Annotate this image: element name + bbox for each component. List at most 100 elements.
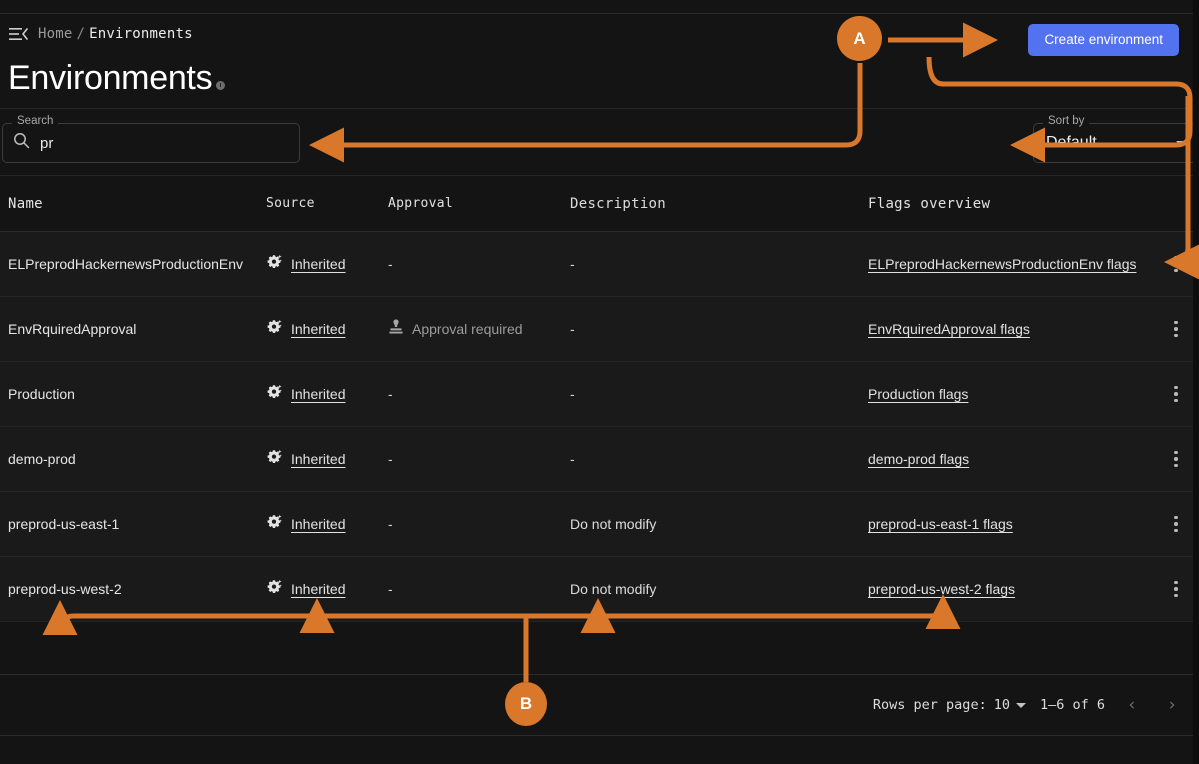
flags-link[interactable]: preprod-us-west-2 flags bbox=[868, 581, 1015, 597]
cell-flags-overview: Production flags bbox=[868, 386, 1153, 402]
search-icon bbox=[13, 132, 30, 154]
source-link[interactable]: Inherited bbox=[291, 321, 345, 337]
chevron-left-icon[interactable]: ‹ bbox=[1119, 692, 1145, 718]
cell-flags-overview: demo-prod flags bbox=[868, 451, 1153, 467]
cell-approval: - bbox=[388, 256, 570, 272]
pagination-range: 1–6 of 6 bbox=[1039, 697, 1105, 713]
filter-bar: Search Sort by Default bbox=[0, 108, 1199, 176]
source-link[interactable]: Inherited bbox=[291, 386, 345, 402]
breadcrumb-current: Environments bbox=[89, 26, 193, 42]
table-row[interactable]: preprod-us-west-2 Inherited - Do not modify… bbox=[0, 557, 1199, 622]
flags-link[interactable]: Production flags bbox=[868, 386, 968, 402]
table-row[interactable]: ELPreprodHackernewsProductionEnv Inherite… bbox=[0, 232, 1199, 297]
settings-suggest-icon bbox=[266, 513, 283, 535]
chevron-down-icon bbox=[1176, 140, 1186, 146]
info-circle-icon[interactable] bbox=[216, 80, 226, 90]
table-row[interactable]: Production Inherited - - Production flags bbox=[0, 362, 1199, 427]
table-row[interactable]: preprod-us-east-1 Inherited - Do not modify… bbox=[0, 492, 1199, 557]
cell-approval: - bbox=[388, 516, 570, 532]
cell-source: Inherited bbox=[266, 513, 388, 535]
column-header-approval: Approval bbox=[388, 196, 454, 211]
sort-by-select[interactable]: Sort by Default bbox=[1033, 115, 1197, 163]
flags-link[interactable]: preprod-us-east-1 flags bbox=[868, 516, 1013, 532]
cell-description: - bbox=[570, 321, 575, 337]
cell-source: Inherited bbox=[266, 253, 388, 275]
approval-value: Approval required bbox=[412, 321, 523, 337]
cell-source: Inherited bbox=[266, 383, 388, 405]
settings-suggest-icon bbox=[266, 448, 283, 470]
column-header-flags-overview: Flags overview bbox=[868, 195, 991, 212]
settings-suggest-icon bbox=[266, 578, 283, 600]
search-label: Search bbox=[12, 115, 59, 128]
settings-suggest-icon bbox=[266, 383, 283, 405]
sort-by-label: Sort by bbox=[1043, 115, 1090, 128]
settings-suggest-icon bbox=[266, 253, 283, 275]
more-vertical-icon[interactable] bbox=[1168, 250, 1184, 279]
breadcrumb: Home / Environments bbox=[0, 14, 1199, 54]
cell-name: Production bbox=[8, 386, 75, 402]
search-field[interactable]: Search bbox=[2, 115, 300, 163]
cell-flags-overview: EnvRquiredApproval flags bbox=[868, 321, 1153, 337]
sort-by-value: Default bbox=[1046, 134, 1097, 151]
cell-approval: - bbox=[388, 386, 570, 402]
more-vertical-icon[interactable] bbox=[1168, 445, 1184, 474]
cell-name: demo-prod bbox=[8, 451, 76, 467]
breadcrumb-home[interactable]: Home bbox=[38, 26, 73, 42]
environments-page: Home / Environments Environments Create en… bbox=[0, 0, 1199, 764]
page-title: Environments bbox=[8, 58, 213, 97]
settings-suggest-icon bbox=[266, 318, 283, 340]
approval-value: - bbox=[388, 581, 393, 597]
flags-link[interactable]: demo-prod flags bbox=[868, 451, 969, 467]
table-row[interactable]: demo-prod Inherited - - demo-prod flags bbox=[0, 427, 1199, 492]
table-footer: Rows per page: 10 1–6 of 6 ‹ › bbox=[0, 674, 1199, 736]
cell-name: ELPreprodHackernewsProductionEnv bbox=[8, 256, 244, 272]
more-vertical-icon[interactable] bbox=[1168, 510, 1184, 539]
source-link[interactable]: Inherited bbox=[291, 256, 345, 272]
create-environment-button[interactable]: Create environment bbox=[1028, 24, 1179, 56]
right-edge-strip bbox=[1193, 0, 1199, 764]
table-body: ELPreprodHackernewsProductionEnv Inherite… bbox=[0, 232, 1199, 622]
cell-name: EnvRquiredApproval bbox=[8, 321, 137, 337]
flags-link[interactable]: EnvRquiredApproval flags bbox=[868, 321, 1030, 337]
approval-value: - bbox=[388, 451, 393, 467]
cell-description: - bbox=[570, 451, 575, 467]
page-title-row: Environments bbox=[8, 56, 226, 100]
cell-approval: Approval required bbox=[388, 318, 570, 340]
source-link[interactable]: Inherited bbox=[291, 581, 345, 597]
more-vertical-icon[interactable] bbox=[1168, 315, 1184, 344]
cell-approval: - bbox=[388, 451, 570, 467]
search-input[interactable] bbox=[40, 134, 280, 152]
cell-flags-overview: preprod-us-west-2 flags bbox=[868, 581, 1153, 597]
cell-name: preprod-us-west-2 bbox=[8, 581, 122, 597]
chevron-down-icon bbox=[1015, 702, 1026, 708]
menu-open-icon[interactable] bbox=[8, 24, 28, 44]
more-vertical-icon[interactable] bbox=[1168, 575, 1184, 604]
table-row[interactable]: EnvRquiredApproval Inherited Approval requ… bbox=[0, 297, 1199, 362]
top-strip bbox=[0, 0, 1199, 14]
chevron-right-icon[interactable]: › bbox=[1159, 692, 1185, 718]
cell-flags-overview: ELPreprodHackernewsProductionEnv flags bbox=[868, 256, 1153, 272]
table-header-row: Name Source Approval Description Flags o… bbox=[0, 176, 1199, 232]
breadcrumb-trail: Home / Environments bbox=[38, 26, 193, 42]
approval-stamp-icon bbox=[388, 318, 404, 340]
cell-source: Inherited bbox=[266, 318, 388, 340]
approval-value: - bbox=[388, 516, 393, 532]
cell-flags-overview: preprod-us-east-1 flags bbox=[868, 516, 1153, 532]
source-link[interactable]: Inherited bbox=[291, 516, 345, 532]
rows-per-page-select[interactable]: 10 bbox=[994, 697, 1026, 713]
column-header-description: Description bbox=[570, 195, 667, 212]
breadcrumb-separator: / bbox=[76, 26, 86, 42]
cell-description: Do not modify bbox=[570, 581, 657, 597]
column-header-name: Name bbox=[8, 195, 43, 212]
cell-approval: - bbox=[388, 581, 570, 597]
approval-value: - bbox=[388, 386, 393, 402]
source-link[interactable]: Inherited bbox=[291, 451, 345, 467]
approval-value: - bbox=[388, 256, 393, 272]
rows-per-page-value: 10 bbox=[993, 697, 1010, 713]
more-vertical-icon[interactable] bbox=[1168, 380, 1184, 409]
rows-per-page-label: Rows per page: bbox=[872, 697, 987, 713]
cell-description: - bbox=[570, 386, 575, 402]
flags-link[interactable]: ELPreprodHackernewsProductionEnv flags bbox=[868, 256, 1136, 272]
rows-per-page: Rows per page: 10 bbox=[873, 697, 1026, 713]
cell-description: - bbox=[570, 256, 575, 272]
